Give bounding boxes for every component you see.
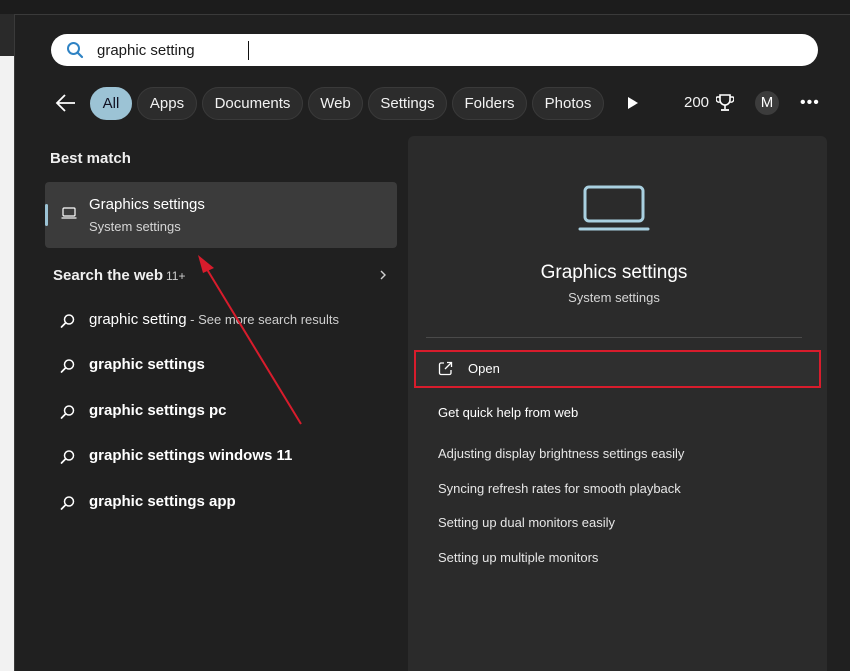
laptop-icon [578,185,650,231]
web-result-query: graphic settings app [89,493,236,510]
web-result-query: graphic settings pc [89,402,227,419]
filter-folders[interactable]: Folders [452,87,527,120]
back-arrow-icon[interactable] [55,93,77,113]
laptop-icon [61,207,77,219]
play-icon[interactable] [628,97,638,109]
web-result-item[interactable]: graphic settings app [60,489,390,519]
avatar[interactable]: M [755,91,779,115]
details-title: Graphics settings [540,262,688,283]
details-subtitle: System settings [568,290,660,305]
open-external-icon [438,361,453,376]
magnifier-icon [60,314,75,328]
search-web-count: 11+ [166,269,186,283]
web-result-item[interactable]: graphic settings [60,352,390,382]
search-input[interactable] [97,38,797,62]
help-link[interactable]: Syncing refresh rates for smooth playbac… [438,481,681,496]
best-match-subtitle: System settings [89,219,181,234]
web-result-item[interactable]: graphic settings pc [60,398,390,428]
best-match-title: Graphics settings [89,196,205,213]
chevron-right-icon[interactable] [378,267,388,283]
magnifier-icon [60,496,75,510]
open-label: Open [468,361,500,376]
help-link[interactable]: Setting up multiple monitors [438,550,598,565]
web-result-item[interactable]: graphic setting - See more search result… [60,307,390,337]
filter-photos[interactable]: Photos [532,87,604,120]
filter-web[interactable]: Web [308,87,363,120]
filter-apps[interactable]: Apps [137,87,197,120]
quick-help-heading[interactable]: Get quick help from web [438,405,578,420]
best-match-heading: Best match [50,150,131,167]
filter-documents[interactable]: Documents [202,87,303,120]
background-window-edge [0,14,14,56]
trophy-icon[interactable] [716,93,734,113]
search-icon [67,42,84,59]
help-link[interactable]: Adjusting display brightness settings ea… [438,446,684,461]
divider [426,337,802,338]
web-result-query: graphic settings [89,356,205,373]
web-result-suffix: - See more search results [186,312,340,327]
web-result-item[interactable]: graphic settings windows 11 [60,443,390,473]
more-icon[interactable]: ••• [800,95,820,111]
web-result-query: graphic setting [89,311,187,328]
web-result-query: graphic settings windows 11 [89,447,293,464]
filter-settings[interactable]: Settings [368,87,447,120]
best-match-item[interactable]: Graphics settings System settings [45,182,397,248]
filter-all[interactable]: All [90,87,132,120]
selection-indicator [45,204,48,226]
magnifier-icon [60,450,75,464]
help-link[interactable]: Setting up dual monitors easily [438,515,615,530]
search-box[interactable] [51,34,818,66]
magnifier-icon [60,359,75,373]
magnifier-icon [60,405,75,419]
search-web-heading[interactable]: Search the web [53,267,163,284]
text-caret [248,41,249,60]
window-top-edge [0,0,850,14]
background-window [0,14,14,671]
rewards-points[interactable]: 200 [684,94,709,111]
